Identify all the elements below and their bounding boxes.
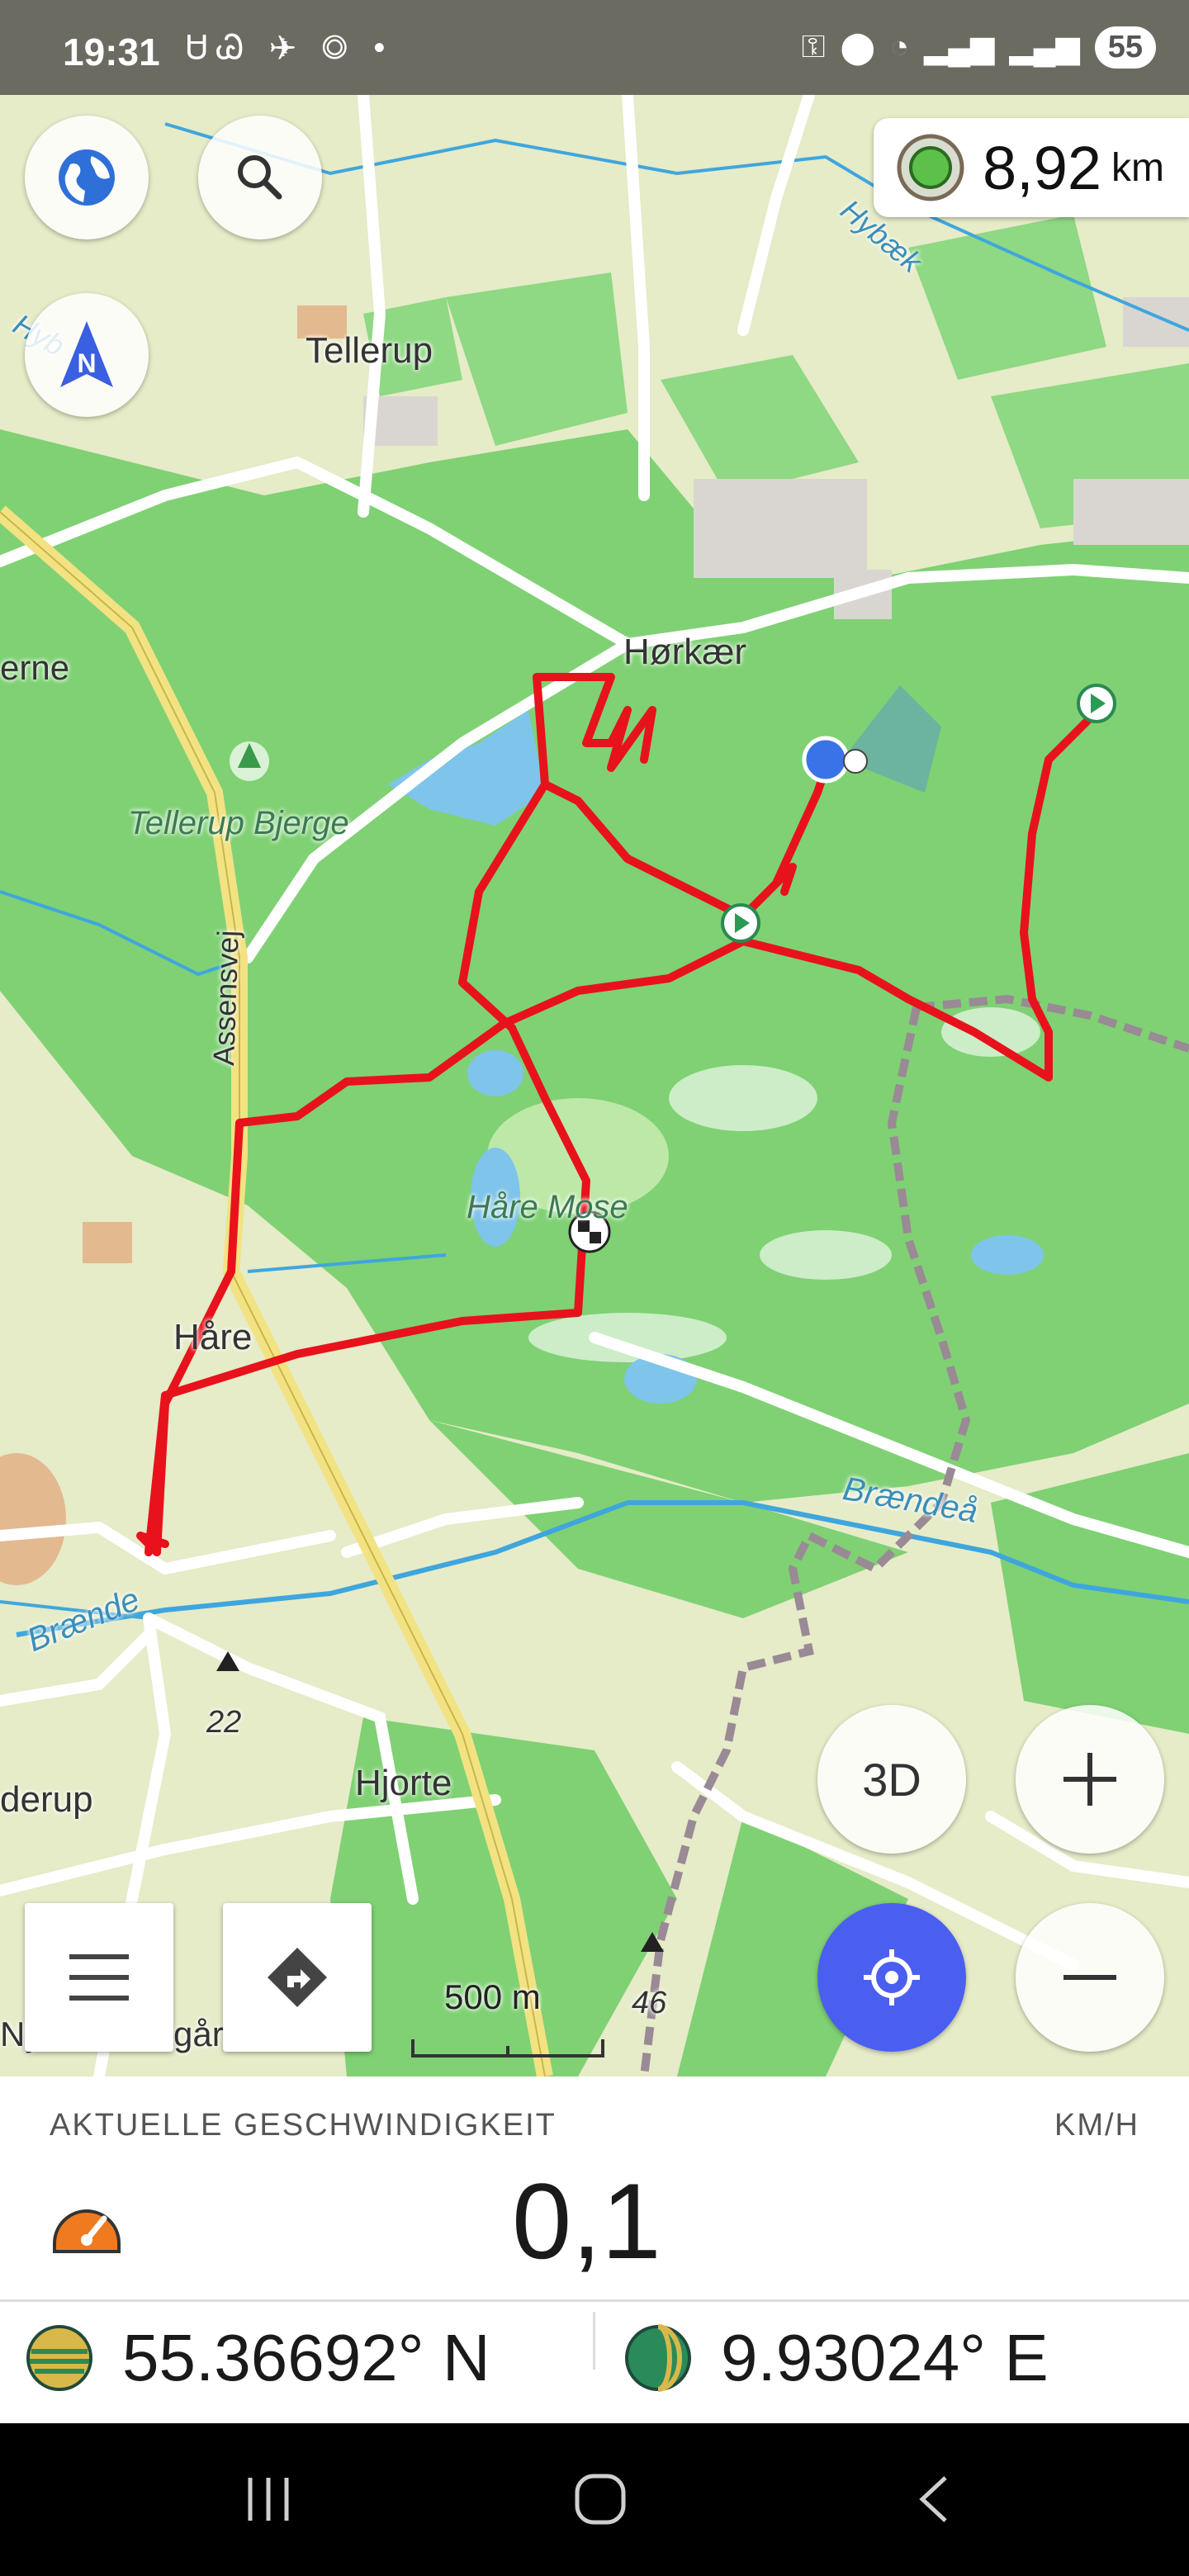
system-navigation-bar bbox=[0, 2423, 1189, 2576]
battery-indicator: 55 bbox=[1094, 26, 1156, 69]
signal-icon-2: ▂▄▆ bbox=[1009, 31, 1080, 65]
search-icon bbox=[238, 155, 282, 200]
signal-icon: ▂▄▆ bbox=[923, 31, 995, 65]
crosshair-icon bbox=[864, 1949, 920, 2005]
elevation-label-22: 22 bbox=[206, 1705, 242, 1740]
road-label-assensvej: Assensvej bbox=[206, 930, 245, 1067]
place-label-hjorte: Hjorte bbox=[355, 1763, 452, 1803]
notification-icons: ᏌᏊ ✈ ◎ • bbox=[186, 30, 394, 66]
location-icon: ⬤ bbox=[840, 31, 876, 65]
latitude-display: 55.36692° N bbox=[25, 2320, 490, 2396]
svg-text:N: N bbox=[77, 348, 96, 378]
home-icon[interactable] bbox=[574, 2473, 627, 2526]
map-view[interactable]: Tellerup Hørkær erne Tellerup Bjerge Ass… bbox=[0, 95, 1189, 2076]
place-label-horkaer: Hørkær bbox=[623, 632, 747, 672]
speedometer-icon bbox=[53, 2209, 121, 2253]
zoom-out-button[interactable] bbox=[1016, 1903, 1164, 2052]
wifi-icon: ◔ bbox=[890, 30, 909, 64]
menu-button[interactable] bbox=[25, 1903, 173, 2052]
place-label-derup: derup bbox=[0, 1779, 93, 1820]
recent-apps-icon[interactable] bbox=[244, 2473, 293, 2526]
place-label-hare: Håre bbox=[173, 1317, 253, 1357]
place-label-erne: erne bbox=[0, 648, 70, 687]
elevation-label-46: 46 bbox=[632, 1986, 667, 2020]
panel-divider bbox=[0, 2299, 1189, 2302]
place-label-tellerup: Tellerup bbox=[306, 330, 433, 371]
directions-icon bbox=[268, 1948, 327, 2007]
map-canvas bbox=[0, 95, 1189, 2076]
longitude-value: 9.93024° E bbox=[721, 2321, 1049, 2394]
coord-divider bbox=[593, 2312, 595, 2370]
distance-unit: km bbox=[1111, 145, 1164, 190]
latitude-value: 55.36692° N bbox=[122, 2321, 490, 2394]
place-label-hare-mose: Håre Mose bbox=[467, 1189, 628, 1225]
hamburger-menu-icon bbox=[69, 1954, 129, 2001]
place-label-tellerup-bjerge: Tellerup Bjerge bbox=[128, 805, 349, 841]
speed-unit: KM/H bbox=[1054, 2108, 1139, 2143]
zoom-in-button[interactable] bbox=[1016, 1705, 1164, 1854]
latitude-icon bbox=[26, 2325, 92, 2391]
compass-north-icon: N bbox=[60, 321, 113, 387]
3d-button[interactable]: 3D bbox=[817, 1705, 966, 1854]
speed-panel[interactable]: AKTUELLE GESCHWINDIGKEIT KM/H 0,1 55.366… bbox=[0, 2076, 1189, 2423]
speed-title: AKTUELLE GESCHWINDIGKEIT bbox=[50, 2108, 557, 2143]
minus-icon bbox=[1063, 1975, 1116, 1980]
map-layer-button[interactable] bbox=[25, 116, 149, 239]
3d-label: 3D bbox=[862, 1753, 921, 1806]
longitude-icon bbox=[625, 2324, 691, 2392]
search-button[interactable] bbox=[198, 116, 322, 239]
status-icons: ⚿ ⬤ ◔ ▂▄▆ ▂▄▆ 55 bbox=[802, 26, 1156, 69]
back-icon[interactable] bbox=[912, 2473, 954, 2526]
compass-button[interactable]: N bbox=[25, 293, 149, 417]
status-time: 19:31 bbox=[63, 31, 160, 73]
distance-widget[interactable]: 8,92 km bbox=[873, 118, 1189, 217]
scale-label: 500 m bbox=[444, 1977, 541, 2016]
key-icon: ⚿ bbox=[801, 30, 826, 64]
track-distance-icon bbox=[897, 134, 964, 201]
status-bar: 19:31 ᏌᏊ ✈ ◎ • ⚿ ⬤ ◔ ▂▄▆ ▂▄▆ 55 bbox=[0, 0, 1189, 95]
directions-button[interactable] bbox=[223, 1903, 372, 2052]
longitude-display: 9.93024° E bbox=[623, 2320, 1049, 2396]
speed-value: 0,1 bbox=[512, 2161, 661, 2281]
globe-icon bbox=[59, 149, 115, 206]
my-location-button[interactable] bbox=[817, 1903, 966, 2052]
distance-value: 8,92 bbox=[982, 133, 1102, 202]
plus-icon bbox=[1063, 1753, 1116, 1806]
